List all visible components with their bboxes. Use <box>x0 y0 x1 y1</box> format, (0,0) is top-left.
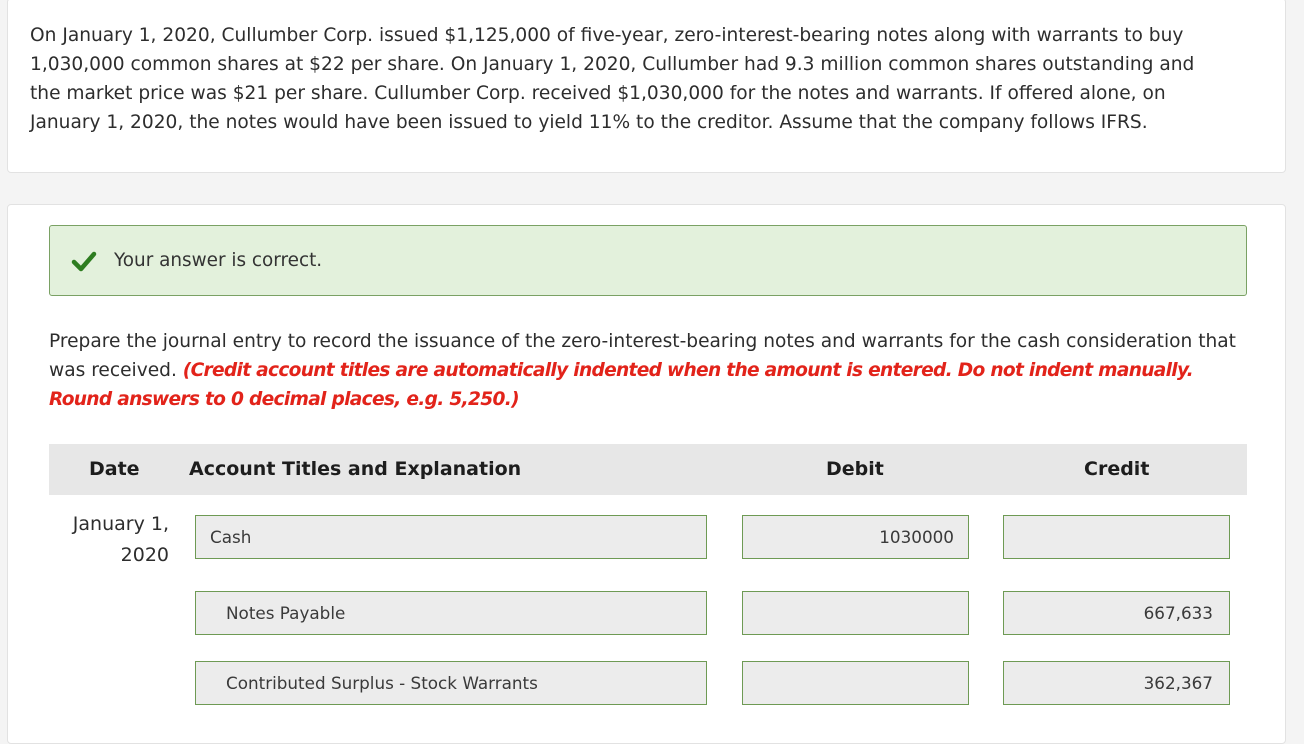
header-account-titles: Account Titles and Explanation <box>189 458 522 480</box>
entry-date: January 1, 2020 <box>49 509 169 571</box>
feedback-banner: Your answer is correct. <box>49 225 1247 296</box>
problem-card: On January 1, 2020, Cullumber Corp. issu… <box>7 0 1286 173</box>
credit-input-row-3[interactable]: 362,367 <box>1003 661 1230 705</box>
feedback-message: Your answer is correct. <box>114 250 323 271</box>
instructions: Prepare the journal entry to record the … <box>49 327 1249 414</box>
answer-card: Your answer is correct. Prepare the jour… <box>7 204 1286 744</box>
debit-input-row-2[interactable] <box>742 591 969 635</box>
credit-input-row-1[interactable] <box>1003 515 1230 559</box>
account-input-row-2[interactable]: Notes Payable <box>195 591 707 635</box>
account-input-row-3[interactable]: Contributed Surplus - Stock Warrants <box>195 661 707 705</box>
entry-date-line1: January 1, <box>72 513 169 535</box>
debit-input-row-3[interactable] <box>742 661 969 705</box>
header-credit: Credit <box>1084 458 1150 480</box>
account-input-row-1[interactable]: Cash <box>195 515 707 559</box>
journal-table-header: Date Account Titles and Explanation Debi… <box>49 444 1247 495</box>
debit-input-row-1[interactable]: 1030000 <box>742 515 969 559</box>
problem-statement: On January 1, 2020, Cullumber Corp. issu… <box>30 25 1195 133</box>
credit-input-row-2[interactable]: 667,633 <box>1003 591 1230 635</box>
entry-date-line2: 2020 <box>120 544 169 566</box>
instructions-note: (Credit account titles are automatically… <box>49 360 1194 410</box>
header-debit: Debit <box>826 458 884 480</box>
header-date: Date <box>89 458 140 480</box>
check-icon <box>70 247 98 275</box>
